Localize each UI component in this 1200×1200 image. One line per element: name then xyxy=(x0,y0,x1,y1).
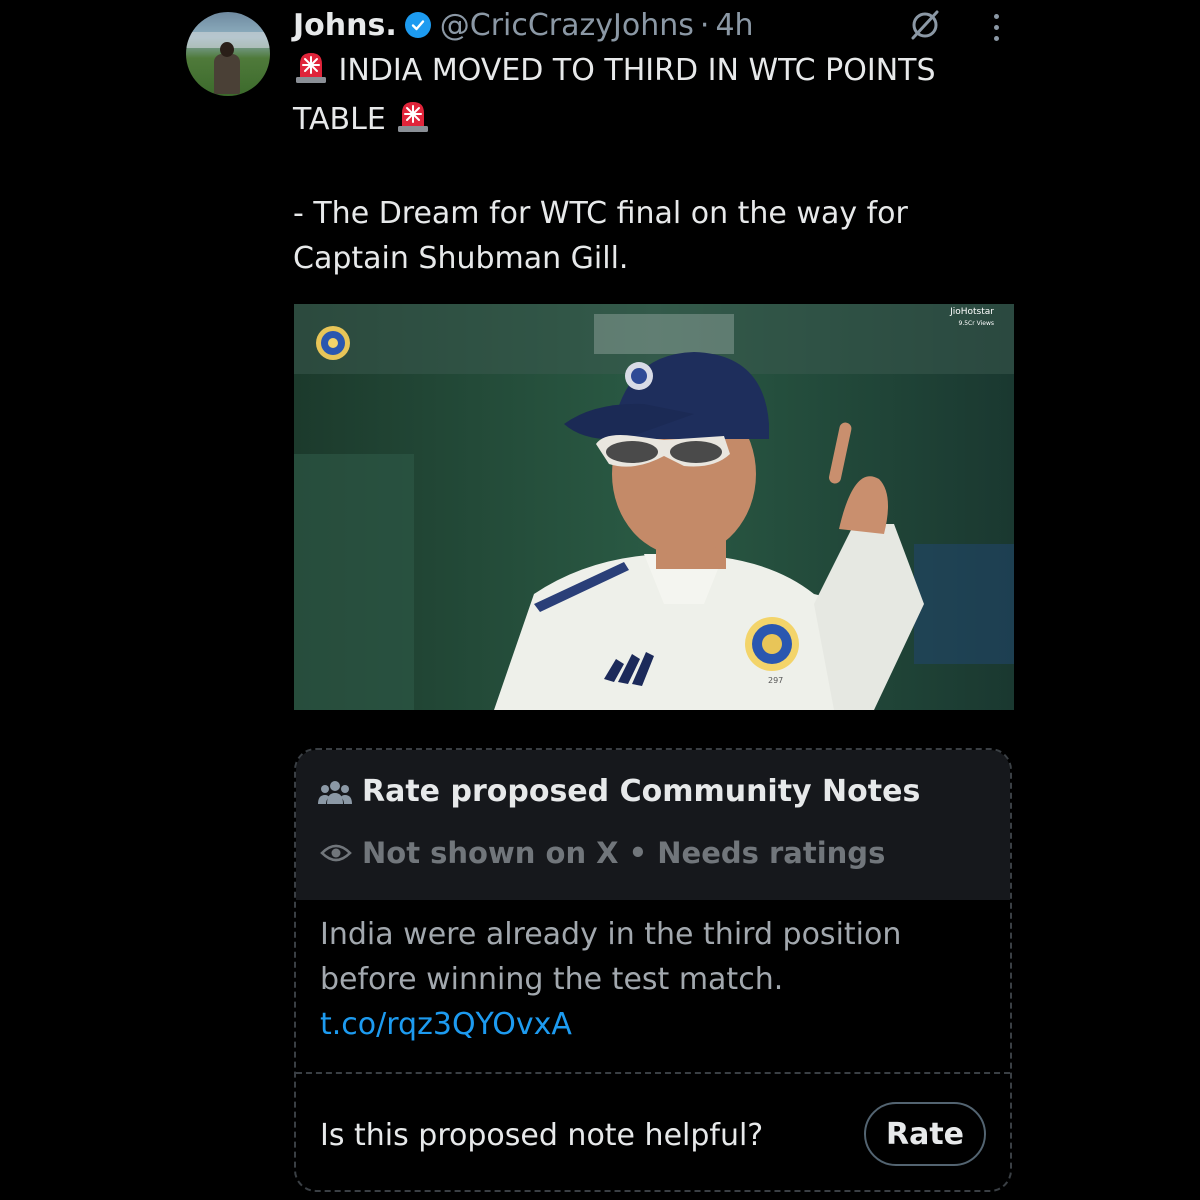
handle[interactable]: @CricCrazyJohns xyxy=(440,8,694,43)
tweet-blank-line xyxy=(293,146,1013,191)
community-people-icon xyxy=(318,780,352,804)
separator: · xyxy=(699,7,710,43)
community-notes-card: Rate proposed Community Notes Not shown … xyxy=(294,748,1012,1192)
watermark-brand: JioHotstar xyxy=(950,307,994,317)
tweet-line-1: INDIA MOVED TO THIRD IN WTC POINTS xyxy=(293,48,1013,97)
note-body: India were already in the third position… xyxy=(320,912,980,1047)
community-notes-header: Rate proposed Community Notes Not shown … xyxy=(296,750,1010,900)
siren-icon xyxy=(293,50,329,97)
tweet-line-3: - The Dream for WTC final on the way for xyxy=(293,196,908,231)
tweet-text: INDIA MOVED TO THIRD IN WTC POINTS TABLE… xyxy=(293,48,1013,281)
tweet-line-2-text: TABLE xyxy=(293,102,386,137)
note-source-link[interactable]: t.co/rqz3QYOvxA xyxy=(320,1007,572,1042)
watermark-views: 9.5Cr Views xyxy=(958,320,994,327)
tweet-media-image[interactable]: JioHotstar 9.5Cr Views 297 xyxy=(294,304,1014,710)
avatar-person-head xyxy=(220,42,234,57)
notes-title-row[interactable]: Rate proposed Community Notes xyxy=(318,774,920,809)
media-watermark: JioHotstar 9.5Cr Views xyxy=(950,306,994,330)
verified-badge-icon[interactable] xyxy=(404,12,431,38)
siren-icon xyxy=(395,99,431,146)
avatar[interactable] xyxy=(186,12,270,96)
community-notes-status: Not shown on X • Needs ratings xyxy=(362,836,886,870)
player-photo xyxy=(294,304,1014,710)
tweet-line-4: Captain Shubman Gill. xyxy=(293,241,629,276)
grok-icon[interactable] xyxy=(908,8,942,42)
notes-divider xyxy=(296,1072,1010,1074)
community-notes-title: Rate proposed Community Notes xyxy=(362,774,921,809)
eye-icon xyxy=(320,844,352,862)
helpful-question: Is this proposed note helpful? xyxy=(320,1118,764,1153)
tweet-header: Johns. @CricCrazyJohns · 4h xyxy=(293,4,754,46)
avatar-person xyxy=(214,54,240,94)
display-name[interactable]: Johns. xyxy=(293,8,397,43)
rate-button[interactable]: Rate xyxy=(864,1102,986,1166)
timestamp[interactable]: 4h xyxy=(715,8,753,43)
notes-status-row: Not shown on X • Needs ratings xyxy=(320,836,885,870)
jersey-number: 297 xyxy=(768,676,784,685)
note-line-1: India were already in the third position xyxy=(320,917,902,952)
tweet-line-1-text: INDIA MOVED TO THIRD IN WTC POINTS xyxy=(338,53,936,88)
note-line-2: before winning the test match. xyxy=(320,962,784,997)
tweet-line-2: TABLE xyxy=(293,97,1013,146)
more-options-icon[interactable] xyxy=(982,10,1010,44)
